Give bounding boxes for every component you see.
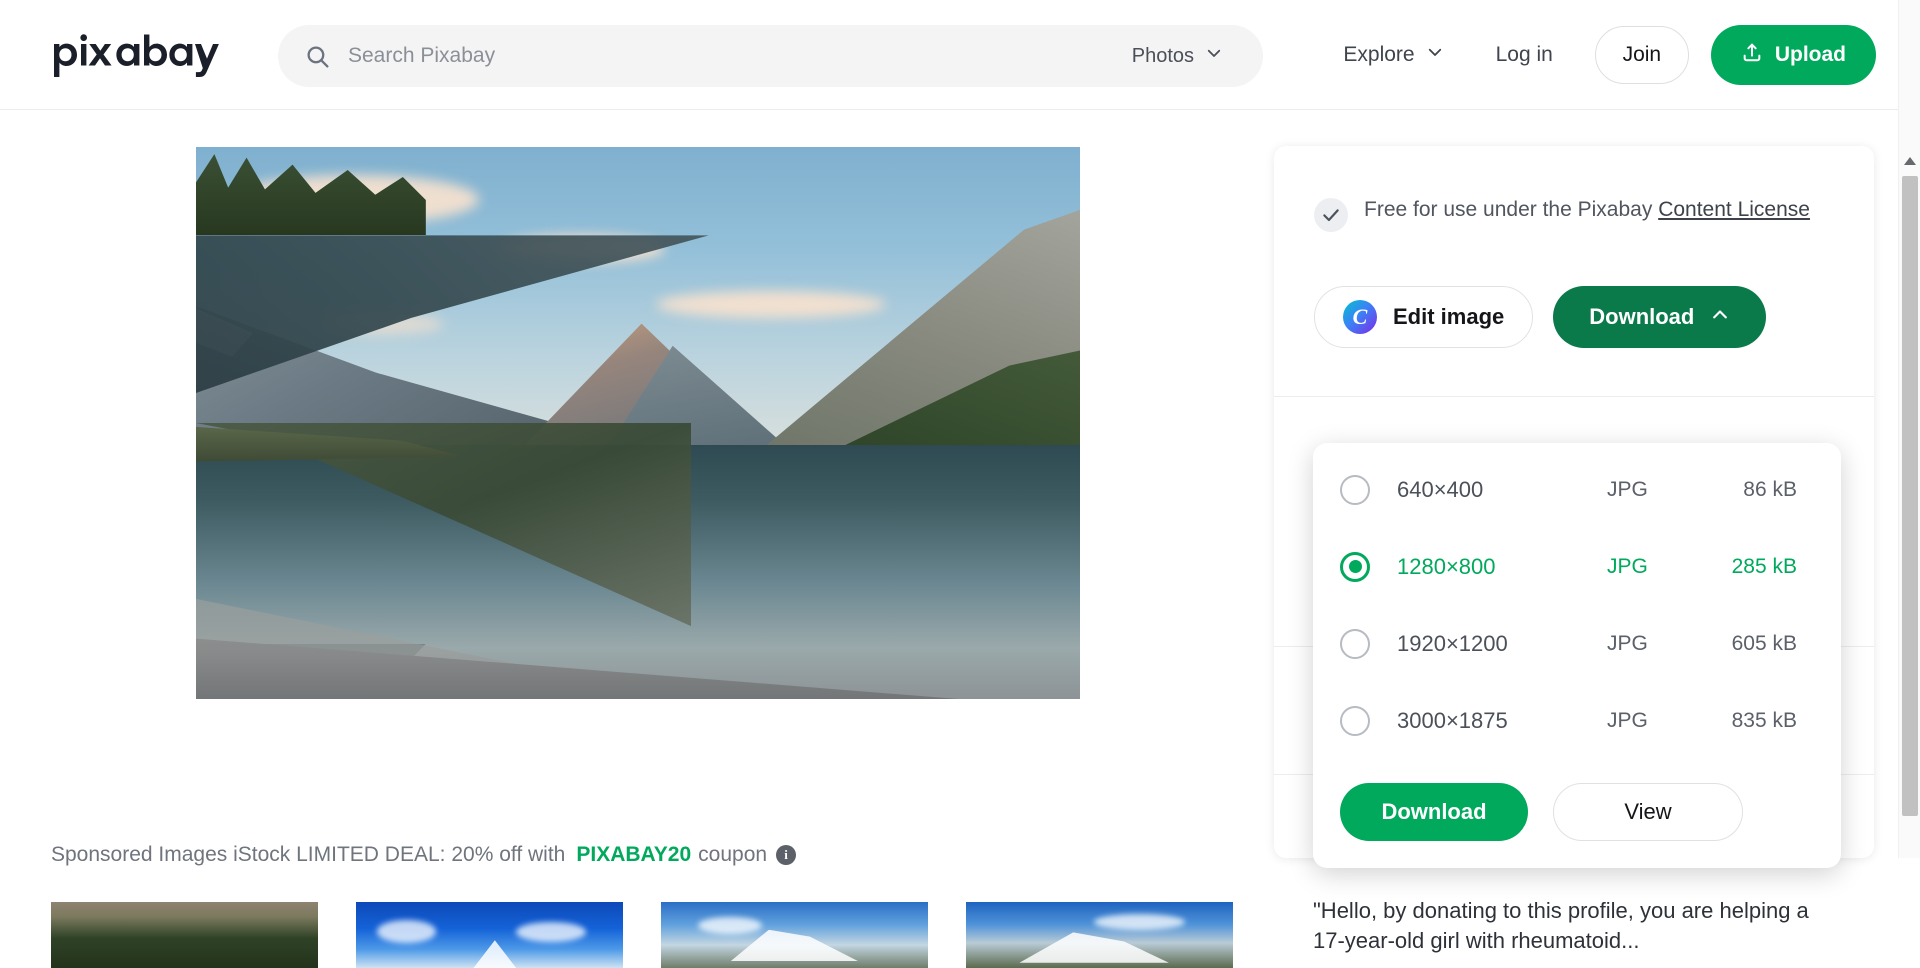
scrollbar-thumb[interactable] [1902, 176, 1918, 816]
radio-icon[interactable] [1340, 705, 1370, 736]
photo-artwork [196, 147, 1080, 699]
site-header: Photos Explore Log in Join Upload [0, 0, 1920, 110]
list-item[interactable] [51, 902, 318, 968]
download-option-640x400[interactable]: 640×400 JPG 86 kB [1313, 451, 1841, 528]
page-scrollbar[interactable] [1898, 0, 1920, 858]
primary-actions: C Edit image Download [1314, 286, 1767, 348]
page-content: Sponsored Images iStock LIMITED DEAL: 20… [0, 110, 1920, 968]
header-nav: Explore Log in Join Upload [1317, 0, 1876, 110]
view-button[interactable]: View [1553, 783, 1743, 841]
confirm-download-button[interactable]: Download [1340, 783, 1528, 841]
chevron-down-icon [1205, 44, 1223, 68]
canva-icon: C [1343, 300, 1377, 334]
scroll-up-arrow-icon[interactable] [1899, 150, 1920, 172]
photo-cloud [655, 290, 886, 319]
download-option-1280x800[interactable]: 1280×800 JPG 285 kB [1313, 528, 1841, 605]
edit-image-label: Edit image [1393, 304, 1505, 329]
chevron-up-icon [1710, 304, 1730, 330]
sponsored-suffix: coupon [698, 843, 768, 866]
option-filesize: 605 kB [1731, 631, 1797, 655]
dropdown-actions: Download View [1340, 783, 1743, 841]
panel-divider [1274, 396, 1874, 397]
search-type-label: Photos [1131, 44, 1194, 67]
license-text: Free for use under the Pixabay Content L… [1364, 196, 1810, 232]
option-filesize: 285 kB [1731, 554, 1797, 578]
list-item[interactable] [966, 902, 1233, 968]
sponsored-thumbnail-strip [51, 902, 1233, 968]
option-format: JPG [1607, 554, 1648, 578]
radio-icon-selected[interactable] [1340, 551, 1370, 582]
edit-image-button[interactable]: C Edit image [1314, 286, 1534, 348]
nav-login-label: Log in [1495, 43, 1553, 66]
license-text-before: Free for use under the Pixabay [1364, 198, 1653, 221]
search-bar[interactable]: Photos [278, 25, 1263, 87]
upload-button[interactable]: Upload [1710, 25, 1876, 85]
nav-login[interactable]: Log in [1470, 43, 1579, 67]
main-photo[interactable] [196, 147, 1080, 699]
donation-quote: "Hello, by donating to this profile, you… [1313, 898, 1809, 954]
license-notice: Free for use under the Pixabay Content L… [1314, 196, 1834, 232]
view-label: View [1624, 799, 1672, 824]
option-filesize: 835 kB [1731, 708, 1797, 732]
nav-explore-label: Explore [1343, 43, 1415, 66]
list-item[interactable] [661, 902, 928, 968]
sponsored-banner: Sponsored Images iStock LIMITED DEAL: 20… [51, 843, 797, 867]
download-dropdown-toggle[interactable]: Download [1553, 286, 1767, 348]
search-type-selector[interactable]: Photos [1132, 44, 1223, 68]
download-option-3000x1875[interactable]: 3000×1875 JPG 835 kB [1313, 682, 1841, 759]
option-size: 1280×800 [1397, 553, 1496, 579]
option-filesize: 86 kB [1743, 477, 1797, 501]
download-options-dropdown: 640×400 JPG 86 kB 1280×800 JPG 285 kB 19… [1313, 443, 1841, 868]
search-icon [304, 43, 330, 69]
nav-explore[interactable]: Explore [1317, 43, 1469, 67]
chevron-down-icon [1426, 43, 1444, 67]
sponsored-coupon-code[interactable]: PIXABAY20 [576, 843, 691, 867]
content-license-link[interactable]: Content License [1658, 198, 1810, 221]
join-label: Join [1622, 43, 1662, 66]
pixabay-logo[interactable] [50, 32, 240, 78]
radio-icon[interactable] [1340, 474, 1370, 505]
option-format: JPG [1607, 708, 1648, 732]
radio-icon[interactable] [1340, 628, 1370, 659]
join-button[interactable]: Join [1594, 26, 1689, 84]
list-item[interactable] [356, 902, 623, 968]
sponsored-prefix: Sponsored Images iStock LIMITED DEAL: 20… [51, 843, 566, 866]
download-option-1920x1200[interactable]: 1920×1200 JPG 605 kB [1313, 605, 1841, 682]
option-size: 640×400 [1397, 476, 1484, 502]
option-format: JPG [1607, 631, 1648, 655]
upload-label: Upload [1774, 43, 1846, 66]
option-size: 3000×1875 [1397, 707, 1508, 733]
search-input[interactable] [348, 44, 1132, 68]
check-icon [1314, 198, 1348, 232]
option-size: 1920×1200 [1397, 630, 1508, 656]
confirm-download-label: Download [1381, 799, 1487, 824]
upload-icon [1741, 41, 1763, 69]
info-icon[interactable]: i [776, 845, 797, 865]
download-label: Download [1589, 304, 1695, 329]
option-format: JPG [1607, 477, 1648, 501]
